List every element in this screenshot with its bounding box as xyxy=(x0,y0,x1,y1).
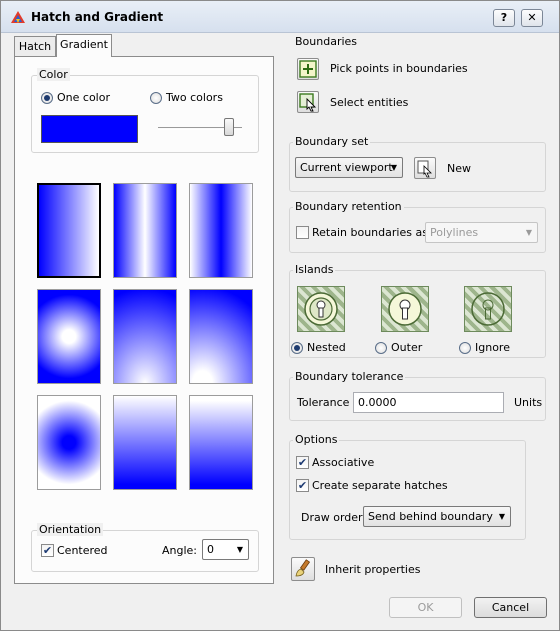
units-label: Units xyxy=(514,396,543,409)
chevron-down-icon: ▼ xyxy=(236,545,243,554)
retain-boundaries-label: Retain boundaries as xyxy=(312,226,428,239)
pick-points-label: Pick points in boundaries xyxy=(330,62,468,75)
island-ignore-icon xyxy=(464,286,512,332)
tolerance-input[interactable]: 0.0000 xyxy=(353,392,504,413)
ok-button[interactable]: OK xyxy=(389,597,462,618)
two-colors-radio[interactable] xyxy=(150,92,162,104)
select-entities-icon xyxy=(299,93,317,112)
gradient-tab-panel: Color One color Two colors Orientation ✔… xyxy=(14,56,274,584)
color-swatch-button[interactable] xyxy=(41,115,138,143)
tab-hatch[interactable]: Hatch xyxy=(14,36,56,57)
select-entities-label: Select entities xyxy=(330,96,409,109)
angle-dropdown[interactable]: 0 ▼ xyxy=(202,539,249,560)
help-button[interactable]: ? xyxy=(493,9,515,27)
select-entities-button[interactable] xyxy=(297,91,319,113)
gradient-swatch-hemispherical[interactable] xyxy=(113,289,177,384)
gradient-swatch-linear[interactable] xyxy=(37,183,101,278)
orientation-title: Orientation xyxy=(37,523,104,536)
new-label: New xyxy=(447,162,471,175)
inherit-properties-button[interactable] xyxy=(291,557,315,581)
color-group-title: Color xyxy=(37,68,70,81)
hatch-gradient-dialog: Hatch and Gradient ? ✕ Hatch Gradient Co… xyxy=(0,0,560,631)
draw-order-dropdown[interactable]: Send behind boundary ▼ xyxy=(363,506,511,527)
title-bar: Hatch and Gradient ? ✕ xyxy=(1,1,559,33)
two-colors-label: Two colors xyxy=(166,91,223,104)
window-title: Hatch and Gradient xyxy=(31,10,164,24)
draw-order-value: Send behind boundary xyxy=(368,510,493,523)
angle-label: Angle: xyxy=(162,544,198,557)
app-icon xyxy=(11,11,25,23)
centered-checkbox[interactable]: ✔ xyxy=(41,544,54,557)
retain-type-dropdown[interactable]: Polylines ▼ xyxy=(425,222,538,243)
boundary-tolerance-title: Boundary tolerance xyxy=(293,370,406,383)
tolerance-label: Tolerance xyxy=(297,396,350,409)
close-button[interactable]: ✕ xyxy=(521,9,543,27)
boundaries-title: Boundaries xyxy=(293,35,360,48)
island-ignore-label: Ignore xyxy=(475,341,510,354)
gradient-swatch-spherical[interactable] xyxy=(37,289,101,384)
gradient-swatch-inverted-hemispherical[interactable] xyxy=(113,395,177,490)
boundary-set-value: Current viewport xyxy=(300,161,393,174)
gradient-swatch-inverted-spherical[interactable] xyxy=(37,395,101,490)
brush-icon xyxy=(295,559,311,577)
chevron-down-icon: ▼ xyxy=(390,163,397,172)
pick-points-button[interactable] xyxy=(297,58,319,80)
separate-hatches-label: Create separate hatches xyxy=(312,479,448,492)
separate-hatches-checkbox[interactable]: ✔ xyxy=(296,479,309,492)
one-color-radio[interactable] xyxy=(41,92,53,104)
island-ignore-radio[interactable] xyxy=(459,342,471,354)
tab-gradient[interactable]: Gradient xyxy=(56,34,112,57)
options-title: Options xyxy=(293,433,340,446)
retain-type-value: Polylines xyxy=(430,226,479,239)
island-outer-label: Outer xyxy=(391,341,423,354)
island-nested-label: Nested xyxy=(307,341,346,354)
shade-tint-slider-thumb[interactable] xyxy=(224,118,235,136)
inherit-properties-label: Inherit properties xyxy=(325,563,421,576)
associative-checkbox[interactable]: ✔ xyxy=(296,456,309,469)
chevron-down-icon: ▼ xyxy=(498,512,505,521)
boundary-set-dropdown[interactable]: Current viewport ▼ xyxy=(295,157,403,178)
centered-label: Centered xyxy=(57,544,108,557)
gradient-swatch-inverted-curved[interactable] xyxy=(189,395,253,490)
island-outer-icon xyxy=(381,286,429,332)
new-boundary-set-button[interactable] xyxy=(414,157,436,179)
cancel-button[interactable]: Cancel xyxy=(474,597,547,618)
angle-value: 0 xyxy=(207,543,214,556)
retain-boundaries-checkbox[interactable] xyxy=(296,226,309,239)
gradient-swatch-curved[interactable] xyxy=(189,289,253,384)
select-cursor-icon xyxy=(417,160,432,178)
islands-title: Islands xyxy=(293,263,336,276)
boundary-set-title: Boundary set xyxy=(293,135,371,148)
gradient-swatch-inverted-cylinder[interactable] xyxy=(189,183,253,278)
island-outer-radio[interactable] xyxy=(375,342,387,354)
draw-order-label: Draw order xyxy=(301,511,363,524)
pick-points-icon xyxy=(299,60,317,78)
one-color-label: One color xyxy=(57,91,110,104)
boundary-retention-title: Boundary retention xyxy=(293,200,404,213)
gradient-swatch-cylinder[interactable] xyxy=(113,183,177,278)
island-nested-icon xyxy=(297,286,345,332)
associative-label: Associative xyxy=(312,456,375,469)
chevron-down-icon: ▼ xyxy=(525,228,532,237)
island-nested-radio[interactable] xyxy=(291,342,303,354)
